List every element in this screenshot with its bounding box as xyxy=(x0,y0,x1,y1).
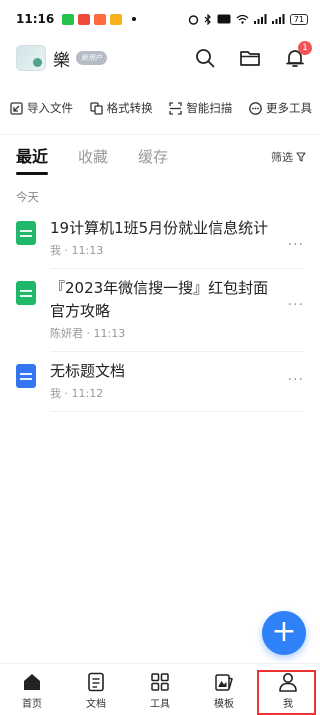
folder-icon[interactable] xyxy=(239,47,261,69)
app-notification-icon xyxy=(110,13,123,25)
tool-label: 导入文件 xyxy=(27,101,73,115)
nav-label: 文档 xyxy=(86,699,106,710)
status-time: 11:16 xyxy=(16,12,55,26)
file-meta: 陈妍君 · 11:13 xyxy=(50,327,126,340)
file-info: 19计算机1班5月份就业信息统计 我 · 11:13 xyxy=(50,211,304,269)
home-icon xyxy=(24,674,40,690)
file-info: 『2023年微信搜一搜』红包封面官方攻略 陈妍君 · 11:13 xyxy=(50,271,304,352)
status-bar: 11:16 71 xyxy=(0,0,320,38)
new-user-badge: 新用户 xyxy=(76,51,107,65)
app-header: 樂 新用户 1 xyxy=(0,38,320,78)
more-notifications-dot xyxy=(132,17,137,21)
list-item[interactable]: 『2023年微信搜一搜』红包封面官方攻略 陈妍君 · 11:13 ··· xyxy=(0,271,320,352)
signal-icon xyxy=(271,14,285,24)
tab-favorites[interactable]: 收藏 xyxy=(78,146,108,175)
import-file-button[interactable]: 导入文件 xyxy=(10,100,73,116)
alarm-icon xyxy=(188,14,199,25)
app-notification-icon xyxy=(78,13,91,25)
list-item[interactable]: 无标题文档 我 · 11:12 ··· xyxy=(0,354,320,412)
spreadsheet-icon xyxy=(16,281,36,305)
spreadsheet-icon xyxy=(16,221,36,245)
header-actions: 1 xyxy=(194,41,312,69)
scan-icon xyxy=(169,101,182,115)
filter-button[interactable]: 筛选 xyxy=(271,149,306,175)
search-icon[interactable] xyxy=(194,47,216,69)
file-meta: 我 · 11:13 xyxy=(50,244,104,257)
status-app-icons xyxy=(62,13,137,25)
nav-label: 模板 xyxy=(214,699,234,710)
tab-recent[interactable]: 最近 xyxy=(16,143,49,175)
nav-tools[interactable]: 工具 xyxy=(128,664,192,715)
hd-icon xyxy=(217,14,231,24)
tool-label: 智能扫描 xyxy=(186,101,233,115)
section-title-today: 今天 xyxy=(16,190,39,204)
tool-label: 格式转换 xyxy=(106,101,153,115)
quick-tools-bar: 导入文件 格式转换 智能扫描 更多工具 xyxy=(0,90,320,126)
file-name: 『2023年微信搜一搜』红包封面官方攻略 xyxy=(50,279,269,320)
tab-cache[interactable]: 缓存 xyxy=(138,146,168,175)
file-meta: 我 · 11:12 xyxy=(50,387,104,400)
more-options-icon[interactable]: ··· xyxy=(288,297,304,313)
file-name: 19计算机1班5月份就业信息统计 xyxy=(50,219,269,237)
nav-templates[interactable]: 模板 xyxy=(192,664,256,715)
avatar[interactable] xyxy=(16,45,46,71)
create-new-button[interactable]: + xyxy=(262,611,306,655)
import-icon xyxy=(10,101,23,115)
nav-label: 首页 xyxy=(22,699,42,710)
list-item[interactable]: 19计算机1班5月份就业信息统计 我 · 11:13 ··· xyxy=(0,211,320,269)
file-name: 无标题文档 xyxy=(50,362,126,380)
more-tools-button[interactable]: 更多工具 xyxy=(249,100,312,116)
bluetooth-icon xyxy=(204,13,211,25)
wifi-icon xyxy=(236,14,249,24)
notification-count-badge: 1 xyxy=(298,41,312,55)
template-icon xyxy=(215,674,233,691)
signal-icon xyxy=(253,14,267,24)
tool-label: 更多工具 xyxy=(265,101,312,115)
username[interactable]: 樂 xyxy=(53,46,70,71)
more-options-icon[interactable]: ··· xyxy=(288,237,304,253)
format-convert-button[interactable]: 格式转换 xyxy=(90,100,153,116)
filter-icon xyxy=(296,152,306,162)
nav-label: 工具 xyxy=(150,699,170,710)
file-list: 19计算机1班5月份就业信息统计 我 · 11:13 ··· 『2023年微信搜… xyxy=(0,211,320,412)
filter-label: 筛选 xyxy=(271,151,293,164)
convert-icon xyxy=(90,101,103,115)
battery-indicator: 71 xyxy=(289,13,308,25)
more-options-icon[interactable]: ··· xyxy=(288,372,304,388)
tools-grid-icon xyxy=(151,673,169,691)
nav-documents[interactable]: 文档 xyxy=(64,664,128,715)
highlight-box xyxy=(257,670,316,715)
app-notification-icon xyxy=(62,13,75,25)
nav-home[interactable]: 首页 xyxy=(0,664,64,715)
smart-scan-button[interactable]: 智能扫描 xyxy=(169,100,232,116)
document-icon xyxy=(88,672,104,692)
file-info: 无标题文档 我 · 11:12 xyxy=(50,354,304,412)
more-tools-icon xyxy=(249,101,262,115)
document-icon xyxy=(16,364,36,388)
app-notification-icon xyxy=(94,13,107,25)
notification-button[interactable]: 1 xyxy=(284,41,312,69)
status-system-icons: 71 xyxy=(188,13,308,25)
file-tabs: 最近 收藏 缓存 筛选 xyxy=(0,135,320,175)
